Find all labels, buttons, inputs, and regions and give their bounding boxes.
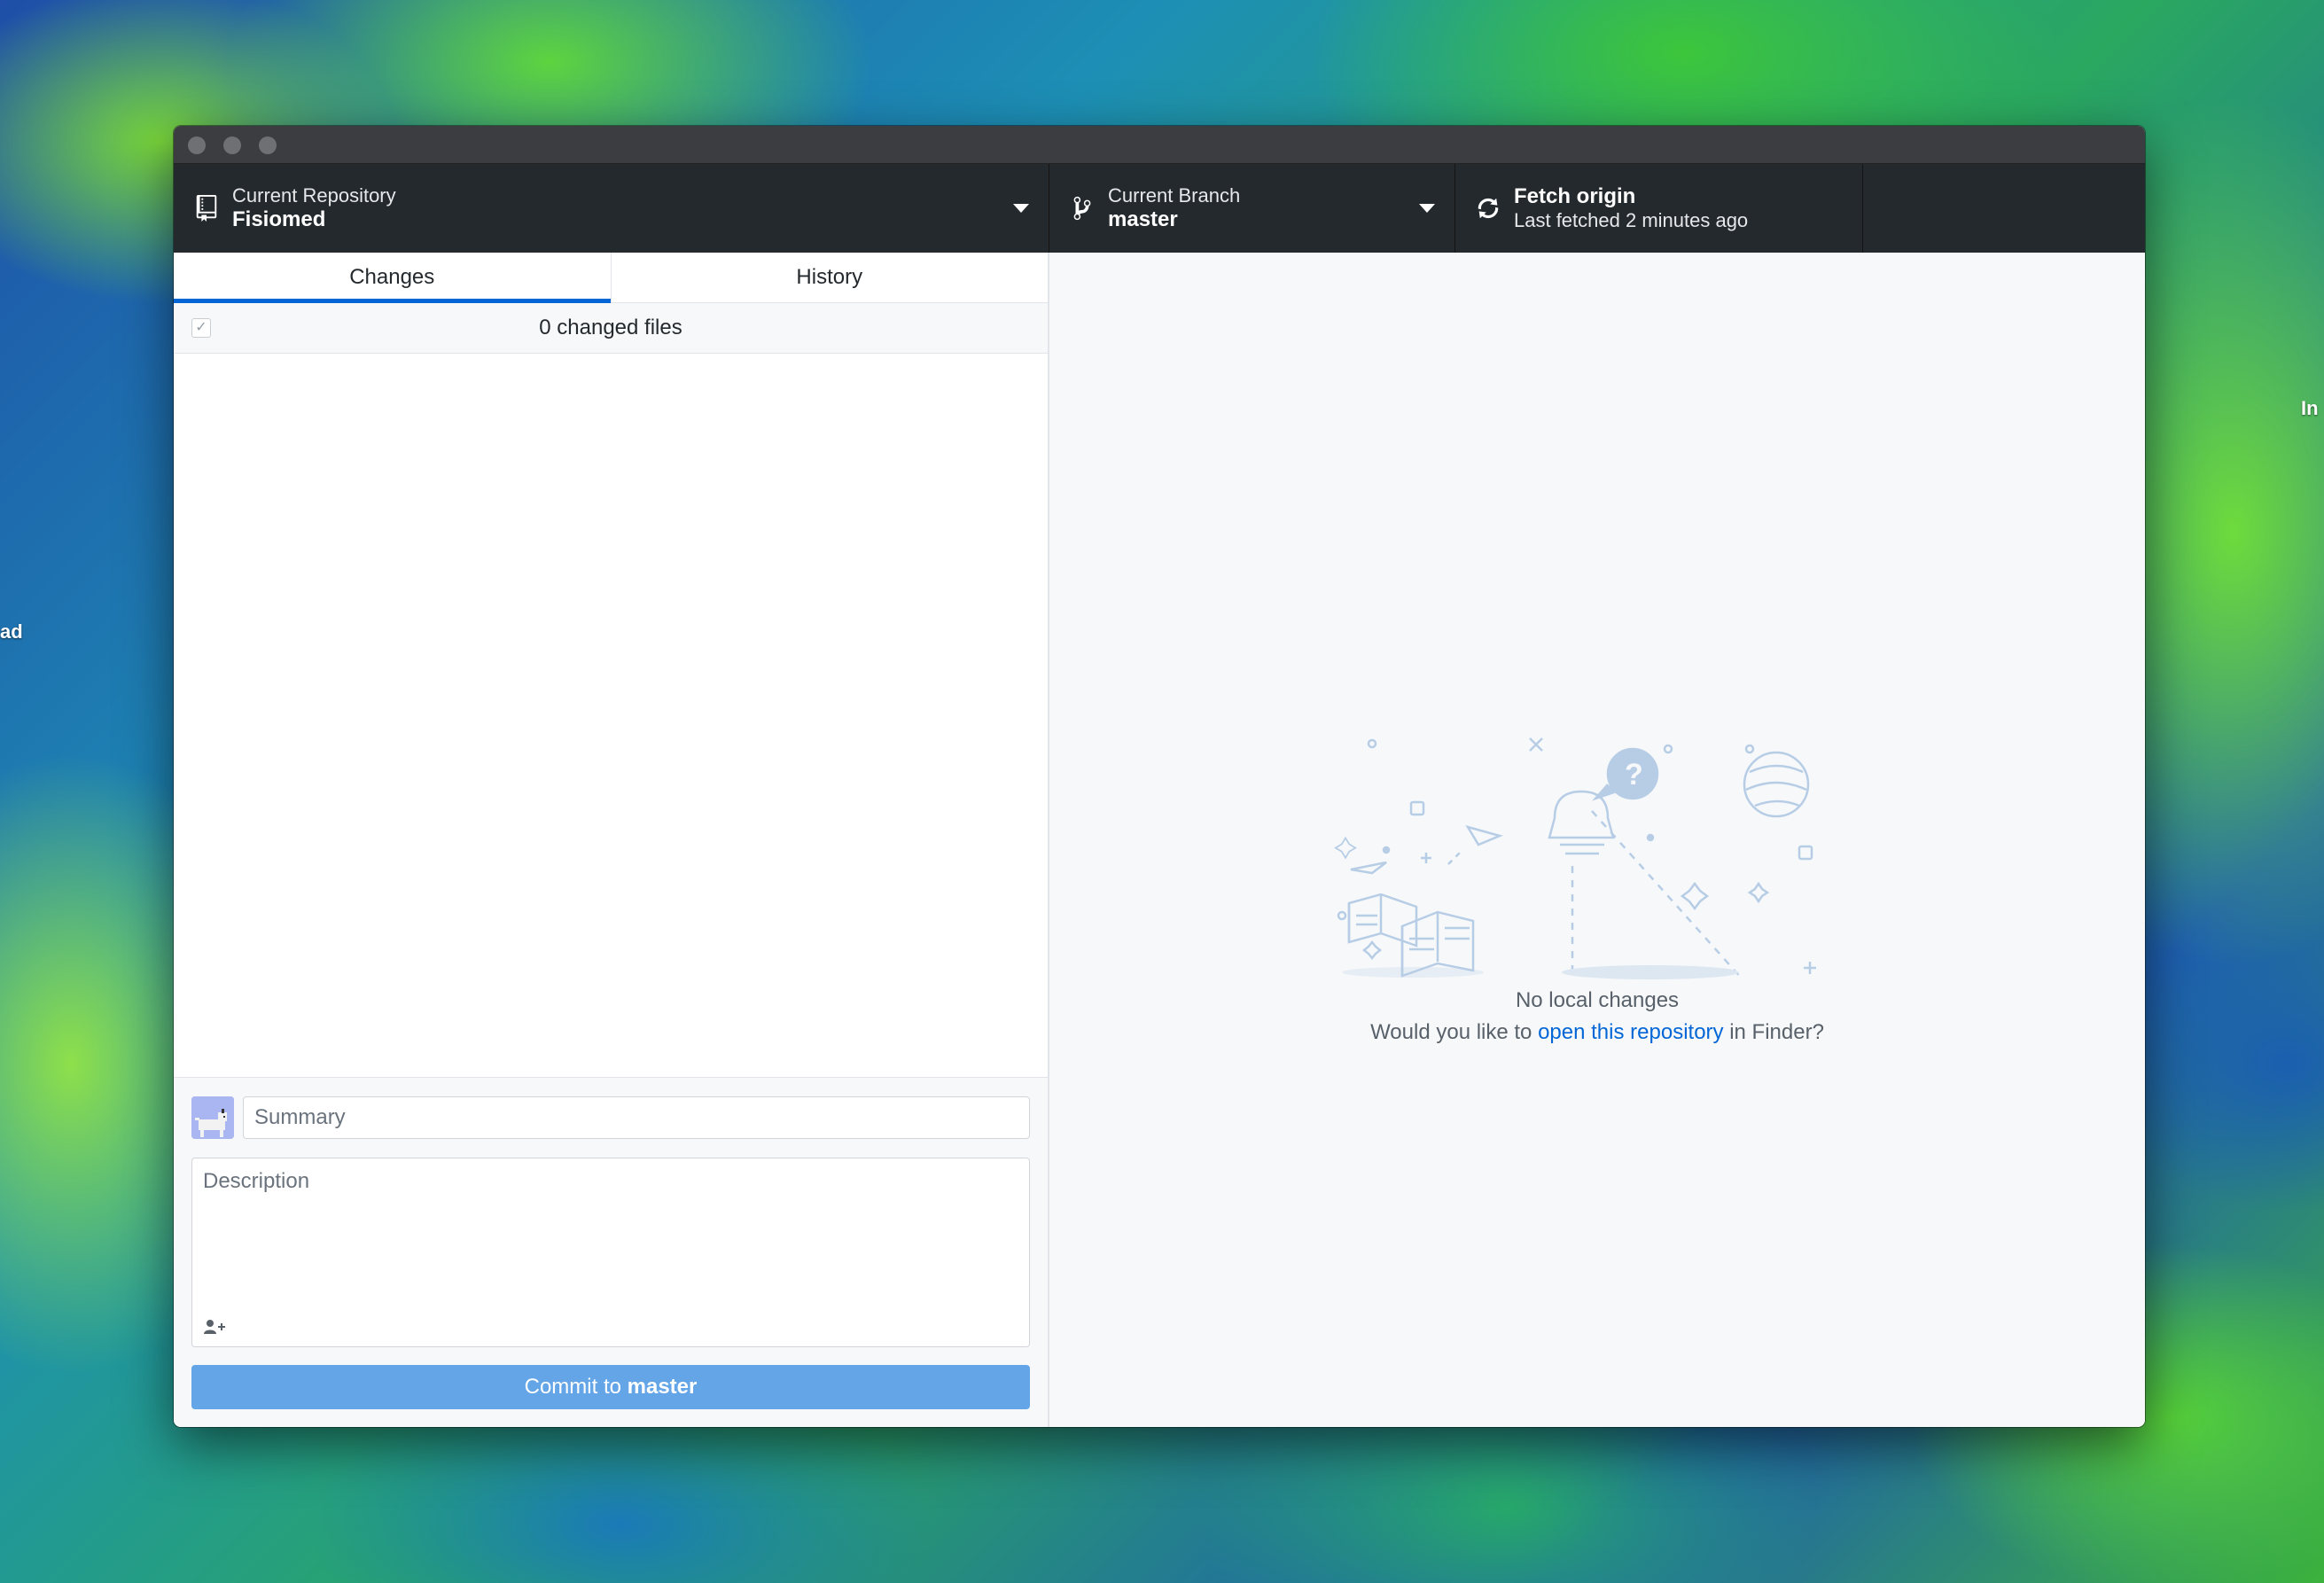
commit-button-prefix: Commit to bbox=[524, 1375, 628, 1399]
repository-label: Current Repository bbox=[232, 184, 396, 207]
close-window-button[interactable] bbox=[188, 136, 206, 154]
last-fetched-status: Last fetched 2 minutes ago bbox=[1514, 209, 1749, 231]
desktop-item-label-right: In bbox=[2301, 397, 2319, 419]
github-desktop-window: Current Repository Fisiomed Current Bran… bbox=[174, 126, 2145, 1427]
commit-summary-input[interactable] bbox=[243, 1096, 1030, 1139]
commit-description-input[interactable] bbox=[192, 1158, 1029, 1300]
open-repository-link[interactable]: open this repository bbox=[1538, 1020, 1723, 1044]
space-illustration-icon: ? bbox=[1334, 737, 1816, 979]
commit-description-box bbox=[191, 1158, 1030, 1347]
sync-icon bbox=[1473, 193, 1503, 223]
fetch-origin-button[interactable]: Fetch origin Last fetched 2 minutes ago bbox=[1455, 164, 1863, 253]
branch-label: Current Branch bbox=[1108, 184, 1241, 207]
changed-files-list bbox=[174, 354, 1048, 1077]
zoom-window-button[interactable] bbox=[259, 136, 277, 154]
prompt-text-before: Would you like to bbox=[1370, 1020, 1539, 1044]
no-local-changes-title: No local changes bbox=[1515, 988, 1680, 1012]
no-changes-view: ? No local changes Would you like to ope… bbox=[1049, 253, 2145, 1427]
changed-files-count: 0 changed files bbox=[539, 316, 682, 339]
current-repository-dropdown[interactable]: Current Repository Fisiomed bbox=[174, 164, 1049, 253]
app-toolbar: Current Repository Fisiomed Current Bran… bbox=[174, 164, 2145, 253]
changes-sidebar: Changes History ✓ 0 changed files Summar… bbox=[174, 253, 1049, 1427]
branch-name: master bbox=[1108, 207, 1178, 231]
minimize-window-button[interactable] bbox=[223, 136, 241, 154]
repo-icon bbox=[191, 193, 222, 223]
sidebar-tab-bar: Changes History bbox=[174, 253, 1048, 303]
repository-name: Fisiomed bbox=[232, 207, 326, 231]
tab-history[interactable]: History bbox=[610, 253, 1049, 302]
open-in-finder-prompt: Would you like to open this repository i… bbox=[1049, 1020, 2145, 1045]
title-bar bbox=[174, 126, 2145, 164]
select-all-checkbox[interactable]: ✓ bbox=[191, 318, 211, 338]
prompt-text-after: in Finder? bbox=[1723, 1020, 1824, 1044]
repository-chevron-down-icon bbox=[1013, 204, 1029, 213]
user-avatar bbox=[191, 1096, 234, 1139]
fetch-origin-label: Fetch origin bbox=[1514, 184, 1636, 208]
commit-message-panel: Commit to master bbox=[174, 1077, 1048, 1427]
commit-button-branch: master bbox=[627, 1375, 698, 1399]
commit-button[interactable]: Commit to master bbox=[191, 1365, 1030, 1409]
current-branch-dropdown[interactable]: Current Branch master bbox=[1049, 164, 1455, 253]
git-branch-icon bbox=[1067, 193, 1097, 223]
branch-chevron-down-icon bbox=[1419, 204, 1435, 213]
changes-list-header: ✓ 0 changed files bbox=[174, 303, 1048, 354]
add-co-author-icon[interactable] bbox=[203, 1318, 226, 1336]
desktop-item-label-left: ad bbox=[0, 620, 23, 643]
svg-text:?: ? bbox=[1625, 758, 1643, 792]
tab-changes[interactable]: Changes bbox=[174, 253, 611, 303]
